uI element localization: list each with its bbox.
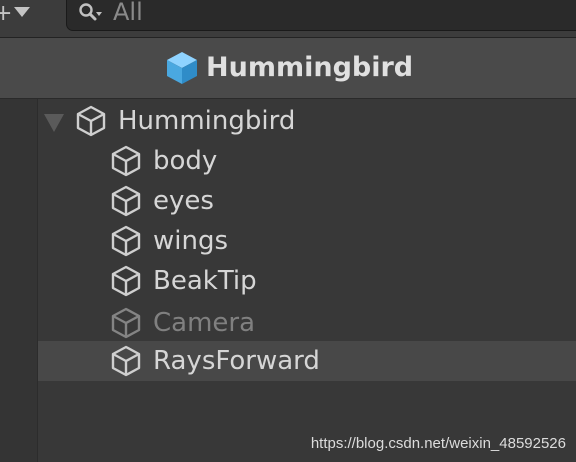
hierarchy-tree: Hummingbird body eyes wings BeakTip Came… [0,99,576,462]
gameobject-cube-icon [111,225,141,257]
expand-arrow-icon[interactable] [44,114,64,132]
tree-item-eyes[interactable]: eyes [38,181,576,221]
gameobject-cube-icon [76,105,106,137]
tree-item-label: Camera [153,308,256,338]
caret-down-icon [14,7,30,17]
gameobject-cube-icon [111,307,141,339]
tree-item-body[interactable]: body [38,141,576,181]
gameobject-cube-icon [111,145,141,177]
tree-item-hummingbird-root[interactable]: Hummingbird [38,101,576,141]
prefab-title: Hummingbird [206,52,414,83]
tree-item-raysforward[interactable]: RaysForward [38,341,576,381]
tree-item-label: Hummingbird [118,106,296,136]
tree-item-label: wings [153,226,229,256]
prefab-header: Hummingbird [0,38,576,99]
tree-item-beaktip[interactable]: BeakTip [38,261,576,301]
gameobject-cube-icon [111,185,141,217]
tree-item-label: BeakTip [153,266,257,296]
search-field[interactable] [66,0,576,31]
search-input[interactable] [113,0,413,27]
tree-item-label: body [153,146,218,176]
watermark-text: https://blog.csdn.net/weixin_48592526 [310,435,566,452]
tree-item-label: eyes [153,186,214,216]
tree-item-label: RaysForward [153,346,320,376]
tree-gutter [0,99,38,462]
search-icon[interactable] [77,1,103,27]
tree-item-camera[interactable]: Camera [38,303,576,343]
gameobject-cube-icon [111,265,141,297]
prefab-cube-icon [167,52,197,84]
tree-item-wings[interactable]: wings [38,221,576,261]
create-dropdown-button[interactable]: + [0,0,60,30]
hierarchy-toolbar: + [0,0,576,38]
plus-icon: + [0,1,13,26]
gameobject-cube-icon [111,345,141,377]
